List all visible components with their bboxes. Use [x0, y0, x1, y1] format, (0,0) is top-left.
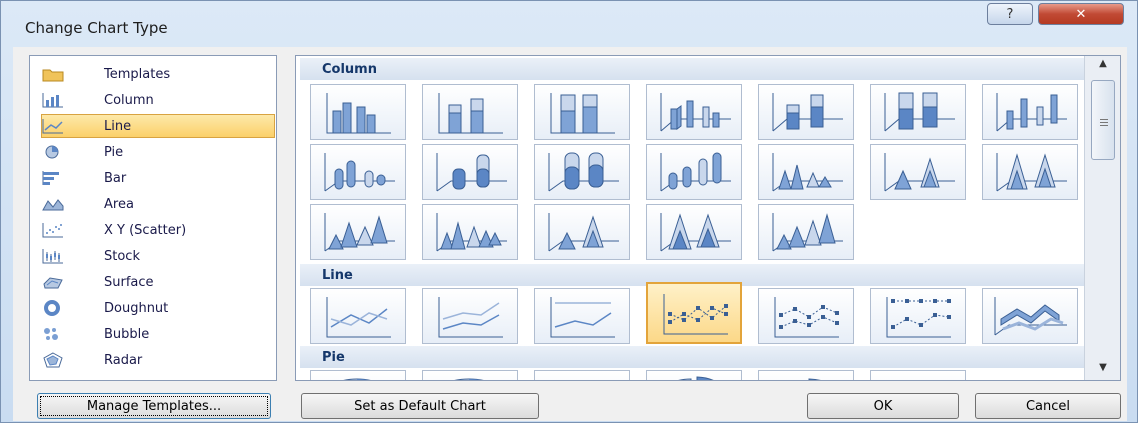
thumb-3d-pie[interactable]: [422, 370, 518, 380]
folder-icon: [42, 66, 64, 82]
ok-button[interactable]: OK: [807, 393, 959, 419]
thumb-3d-100-stacked-column[interactable]: [870, 84, 966, 140]
type-label: Bar: [104, 170, 127, 186]
thumb-3d-stacked-column[interactable]: [758, 84, 854, 140]
thumb-stacked-pyramid[interactable]: [534, 204, 630, 260]
thumb-3d-pyramid[interactable]: [758, 204, 854, 260]
thumb-stacked-cylinder[interactable]: [422, 144, 518, 200]
thumb-100-stacked-line-with-markers[interactable]: [870, 288, 966, 344]
manage-templates-button[interactable]: Manage Templates...: [37, 393, 271, 419]
type-label: Pie: [104, 144, 124, 160]
radar-chart-icon: [42, 352, 64, 368]
bubble-chart-icon: [42, 326, 64, 342]
type-radar[interactable]: Radar: [42, 348, 272, 372]
scroll-up-icon[interactable]: ▲: [1095, 58, 1111, 74]
type-pie[interactable]: Pie: [42, 140, 272, 164]
thumb-100-stacked-cylinder[interactable]: [534, 144, 630, 200]
type-label: Doughnut: [104, 300, 169, 316]
thumb-clustered-cylinder[interactable]: [310, 144, 406, 200]
stock-chart-icon: [42, 248, 64, 264]
thumb-3d-cone[interactable]: [310, 204, 406, 260]
thumb-100-stacked-column[interactable]: [534, 84, 630, 140]
thumb-stacked-line[interactable]: [422, 288, 518, 344]
column-chart-icon: [42, 92, 64, 108]
thumb-line[interactable]: [310, 288, 406, 344]
thumb-100-stacked-pyramid[interactable]: [646, 204, 742, 260]
type-label: Bubble: [104, 326, 150, 342]
dialog-title: Change Chart Type: [25, 19, 168, 37]
type-bar[interactable]: Bar: [42, 166, 272, 190]
thumb-100-stacked-cone[interactable]: [982, 144, 1078, 200]
set-default-chart-button[interactable]: Set as Default Chart: [301, 393, 539, 419]
title-bar: Change Chart Type ? ✕: [1, 1, 1137, 45]
thumb-line-with-markers[interactable]: [646, 282, 742, 344]
type-label: Column: [104, 92, 154, 108]
thumb-stacked-column[interactable]: [422, 84, 518, 140]
doughnut-chart-icon: [42, 300, 64, 316]
type-templates[interactable]: Templates: [42, 62, 272, 86]
section-header-column: Column: [300, 58, 1084, 80]
thumb-clustered-column[interactable]: [310, 84, 406, 140]
close-button[interactable]: ✕: [1038, 3, 1124, 25]
type-label: Area: [104, 196, 134, 212]
scrollbar-thumb[interactable]: [1091, 80, 1115, 160]
thumb-stacked-line-with-markers[interactable]: [758, 288, 854, 344]
change-chart-type-dialog: Change Chart Type ? ✕ Templates Column L…: [0, 0, 1138, 423]
thumb-3d-column[interactable]: [982, 84, 1078, 140]
pie-chart-icon: [42, 144, 64, 160]
type-surface[interactable]: Surface: [42, 270, 272, 294]
chart-subtype-gallery: Column Line Pie ▲ ▼: [295, 55, 1121, 381]
chart-type-list: Templates Column Line Pie Bar Area X Y (…: [29, 55, 277, 381]
thumb-pie[interactable]: [310, 370, 406, 380]
type-label: Surface: [104, 274, 154, 290]
thumb-3d-line[interactable]: [982, 288, 1078, 344]
thumb-3d-exploded-pie[interactable]: [758, 370, 854, 380]
line-chart-icon: [42, 118, 64, 134]
type-scatter[interactable]: X Y (Scatter): [42, 218, 272, 242]
thumb-100-stacked-line[interactable]: [534, 288, 630, 344]
type-label: X Y (Scatter): [104, 222, 187, 238]
thumb-clustered-pyramid[interactable]: [422, 204, 518, 260]
type-label: Templates: [104, 66, 171, 82]
type-column[interactable]: Column: [42, 88, 272, 112]
thumb-3d-clustered-column[interactable]: [646, 84, 742, 140]
bar-chart-icon: [42, 170, 64, 186]
thumb-bar-of-pie[interactable]: [870, 370, 966, 380]
type-stock[interactable]: Stock: [42, 244, 272, 268]
scroll-down-icon[interactable]: ▼: [1095, 362, 1111, 378]
surface-chart-icon: [42, 274, 64, 290]
cancel-button[interactable]: Cancel: [975, 393, 1121, 419]
help-button[interactable]: ?: [987, 3, 1033, 25]
thumb-pie-of-pie[interactable]: [534, 370, 630, 380]
area-chart-icon: [42, 196, 64, 212]
type-bubble[interactable]: Bubble: [42, 322, 272, 346]
type-line[interactable]: Line: [41, 114, 275, 138]
scatter-chart-icon: [42, 222, 64, 238]
thumb-clustered-cone[interactable]: [758, 144, 854, 200]
thumb-exploded-pie[interactable]: [646, 370, 742, 380]
gallery-scrollbar[interactable]: ▲ ▼: [1084, 56, 1120, 380]
type-label: Stock: [104, 248, 140, 264]
grip-icon: [1100, 119, 1108, 120]
thumb-stacked-cone[interactable]: [870, 144, 966, 200]
type-label: Line: [104, 118, 132, 134]
type-area[interactable]: Area: [42, 192, 272, 216]
type-label: Radar: [104, 352, 143, 368]
thumb-3d-cylinder[interactable]: [646, 144, 742, 200]
section-header-pie: Pie: [300, 346, 1084, 368]
type-doughnut[interactable]: Doughnut: [42, 296, 272, 320]
